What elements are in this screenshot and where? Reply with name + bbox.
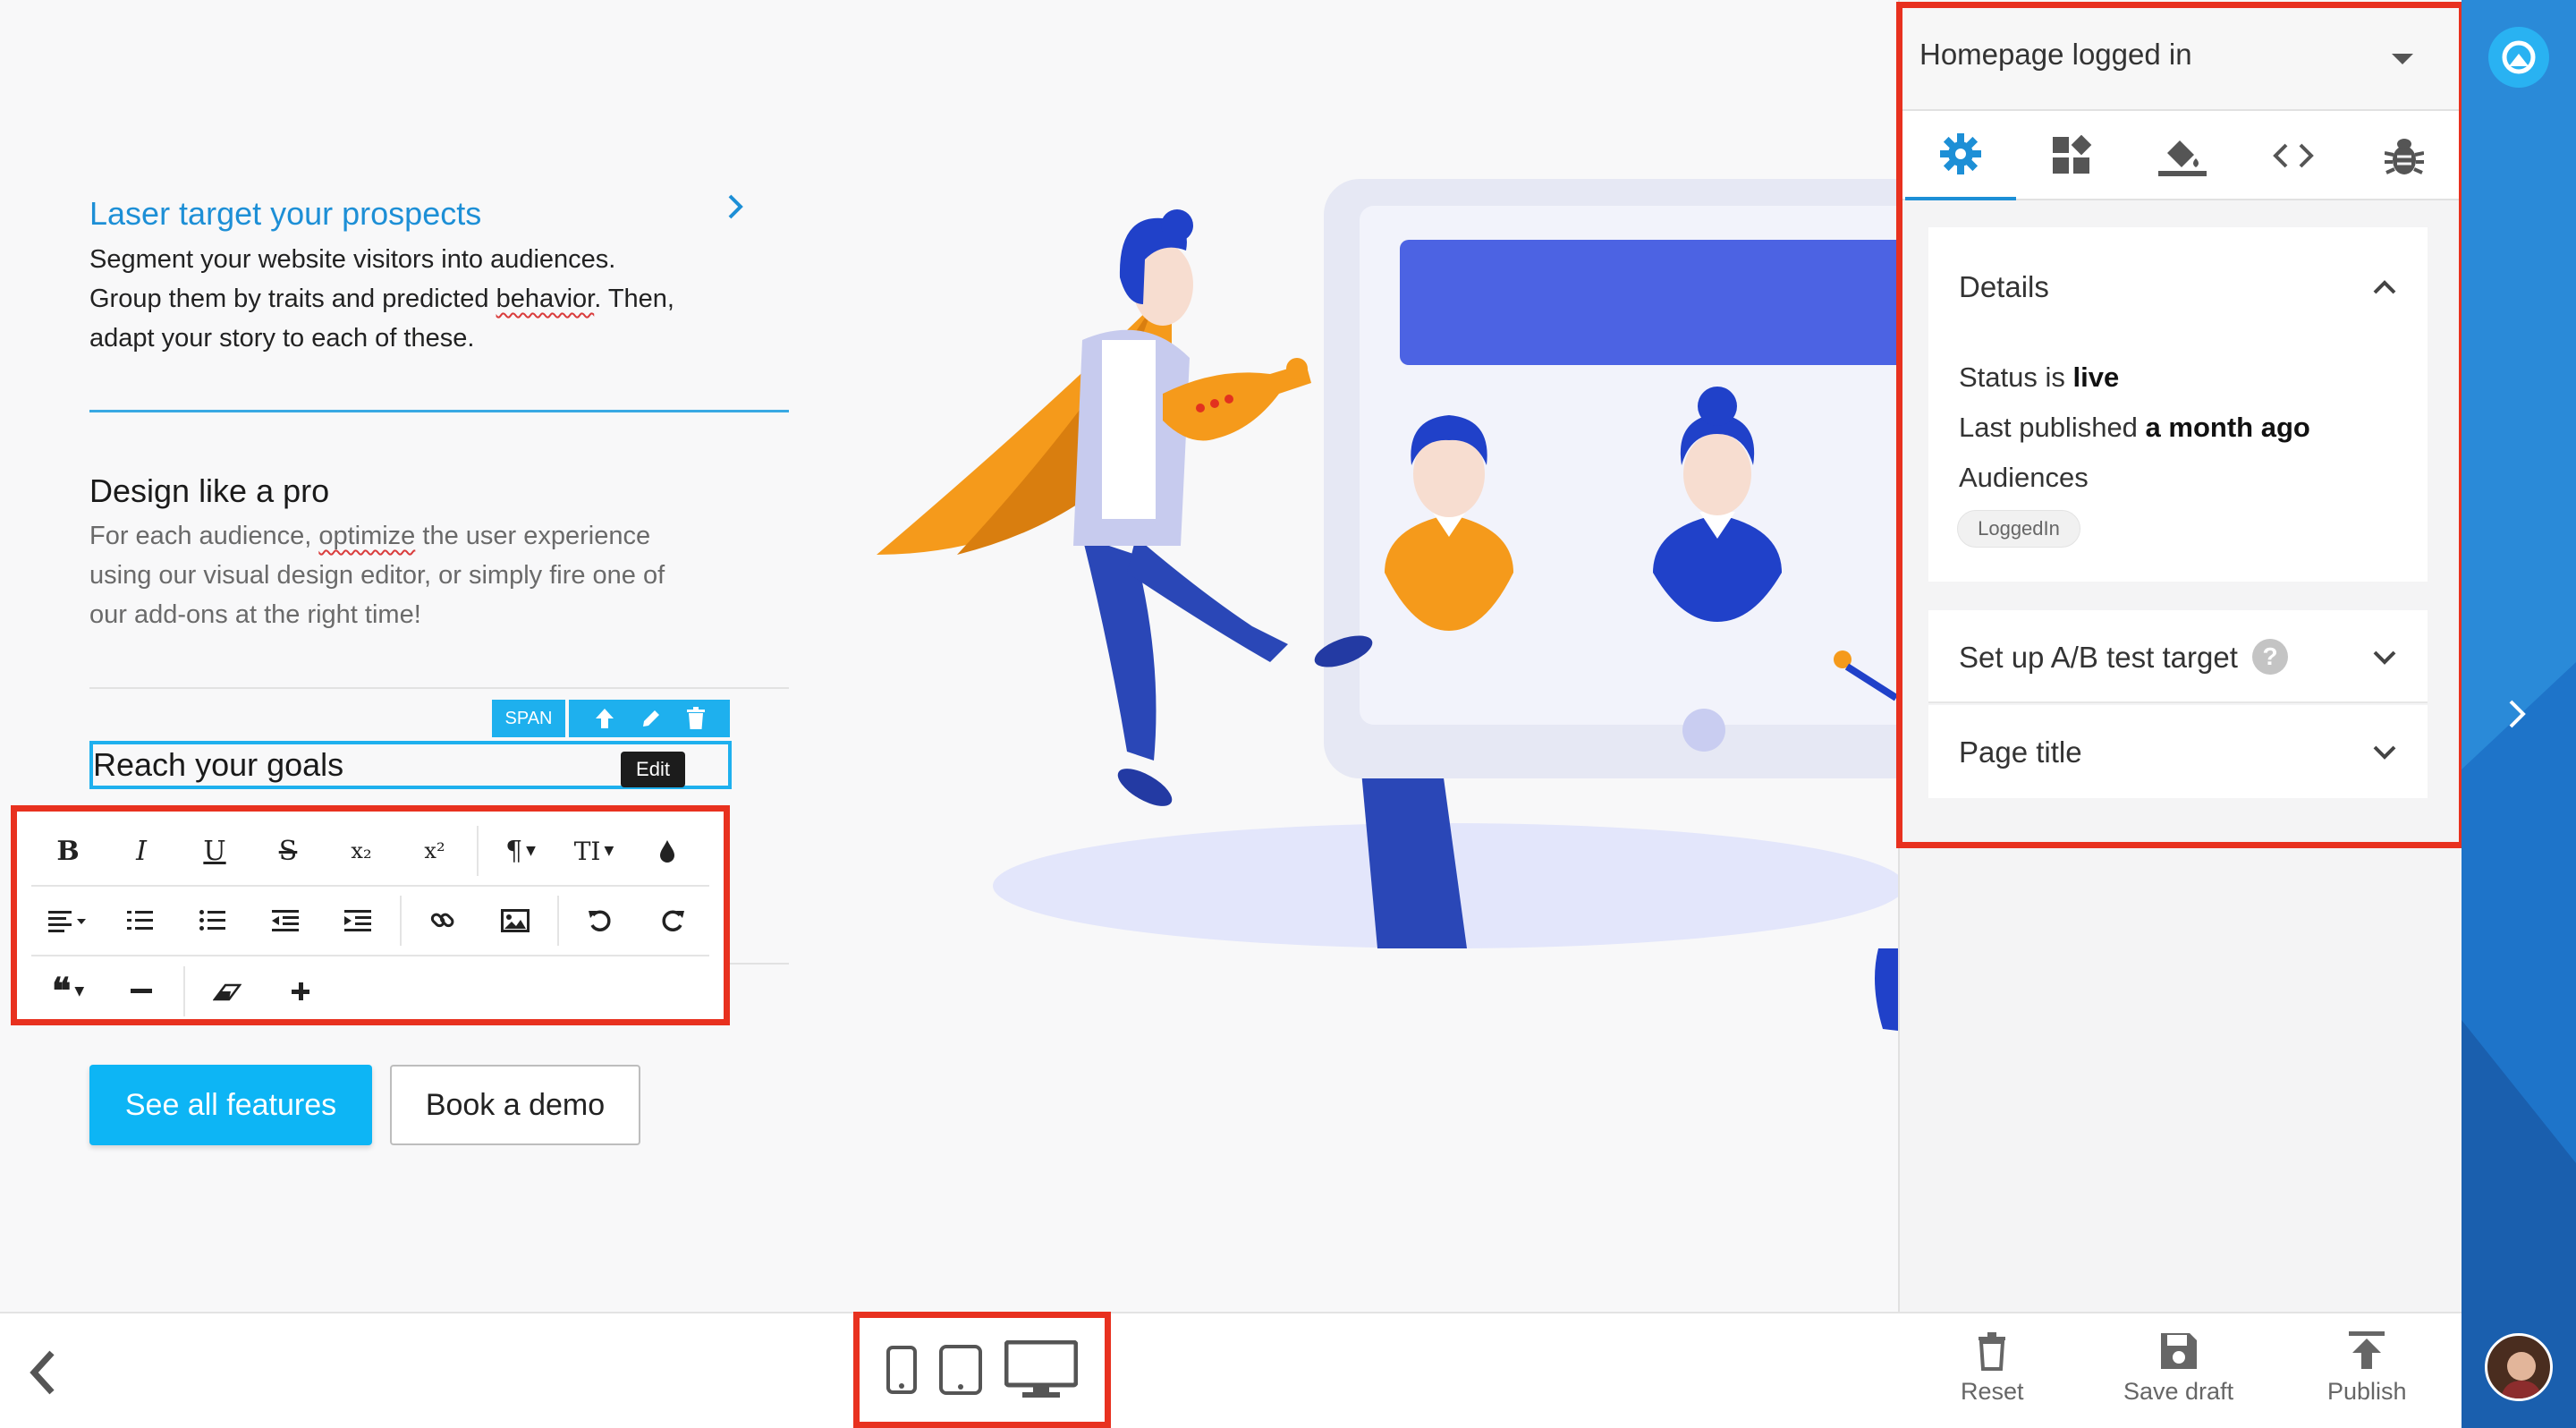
underline-button[interactable]: U bbox=[178, 819, 251, 883]
publish-upload-icon bbox=[2349, 1331, 2385, 1369]
rich-text-toolbar: B I U S x₂ x² ¶ ▼ TI ▼ ❝ ▼ bbox=[11, 805, 730, 1025]
text-size-button[interactable]: TI ▼ bbox=[557, 819, 631, 883]
panel-highlight-box bbox=[1896, 2, 2465, 848]
app-sidebar bbox=[2462, 0, 2576, 1428]
reset-button[interactable]: Reset bbox=[1961, 1331, 2024, 1406]
link-icon[interactable] bbox=[407, 888, 479, 953]
settings-panel: Homepage logged in Details Status is liv… bbox=[1896, 0, 2465, 1428]
element-actions-bar bbox=[569, 700, 730, 737]
subscript-button[interactable]: x₂ bbox=[325, 819, 398, 883]
floppy-disk-icon bbox=[2160, 1333, 2197, 1369]
arrow-up-icon[interactable] bbox=[593, 706, 616, 731]
trash-icon bbox=[1979, 1332, 2006, 1371]
pencil-icon[interactable] bbox=[640, 707, 663, 730]
publish-button[interactable]: Publish bbox=[2327, 1331, 2407, 1406]
feature-title-design[interactable]: Design like a pro bbox=[89, 472, 329, 510]
superscript-button[interactable]: x² bbox=[398, 819, 471, 883]
tablet-device-icon[interactable] bbox=[938, 1345, 982, 1395]
feature-body-laser: Segment your website visitors into audie… bbox=[89, 245, 674, 353]
active-feature-divider bbox=[89, 410, 789, 412]
feature-title-laser[interactable]: Laser target your prospects bbox=[89, 195, 481, 233]
quote-icon[interactable]: ❝ ▼ bbox=[31, 959, 105, 1024]
feature-divider bbox=[89, 687, 789, 689]
chevron-right-icon[interactable] bbox=[723, 192, 748, 221]
back-chevron-icon[interactable] bbox=[25, 1347, 61, 1398]
user-avatar[interactable] bbox=[2485, 1333, 2553, 1401]
ordered-list-icon[interactable] bbox=[104, 888, 176, 953]
align-left-icon[interactable] bbox=[31, 888, 104, 953]
website-canvas[interactable]: Laser target your prospects Segment your… bbox=[0, 0, 1898, 1312]
save-draft-button[interactable]: Save draft bbox=[2123, 1331, 2233, 1406]
paragraph-format-button[interactable]: ¶ ▼ bbox=[484, 819, 557, 883]
book-demo-button[interactable]: Book a demo bbox=[390, 1065, 640, 1145]
unordered-list-icon[interactable] bbox=[176, 888, 249, 953]
bottom-toolbar: Reset Save draft Publish bbox=[0, 1312, 2462, 1428]
feature-body-design: For each audience, optimize the user exp… bbox=[89, 522, 665, 629]
outdent-icon[interactable] bbox=[249, 888, 321, 953]
device-preview-switcher bbox=[853, 1312, 1111, 1428]
trash-icon[interactable] bbox=[686, 707, 706, 730]
app-logo-icon[interactable] bbox=[2488, 27, 2549, 88]
image-icon[interactable] bbox=[479, 888, 552, 953]
strikethrough-button[interactable]: S bbox=[251, 819, 325, 883]
italic-button[interactable]: I bbox=[105, 819, 178, 883]
color-drop-icon[interactable] bbox=[631, 819, 704, 883]
expand-chevron-icon[interactable] bbox=[2506, 698, 2528, 730]
desktop-device-icon[interactable] bbox=[1004, 1340, 1078, 1399]
eraser-icon[interactable] bbox=[191, 959, 264, 1024]
see-all-features-button[interactable]: See all features bbox=[89, 1065, 372, 1145]
hero-illustration bbox=[859, 179, 1898, 1038]
feature-title-reach[interactable]: Reach your goals bbox=[93, 746, 343, 784]
mobile-device-icon[interactable] bbox=[886, 1346, 918, 1394]
bold-button[interactable]: B bbox=[31, 819, 105, 883]
plus-icon[interactable] bbox=[264, 959, 337, 1024]
indent-icon[interactable] bbox=[321, 888, 394, 953]
undo-icon[interactable] bbox=[564, 888, 637, 953]
horizontal-line-icon[interactable] bbox=[105, 959, 178, 1024]
element-tag-badge[interactable]: SPAN bbox=[492, 700, 565, 737]
redo-icon[interactable] bbox=[637, 888, 709, 953]
edit-tooltip: Edit bbox=[621, 752, 685, 787]
